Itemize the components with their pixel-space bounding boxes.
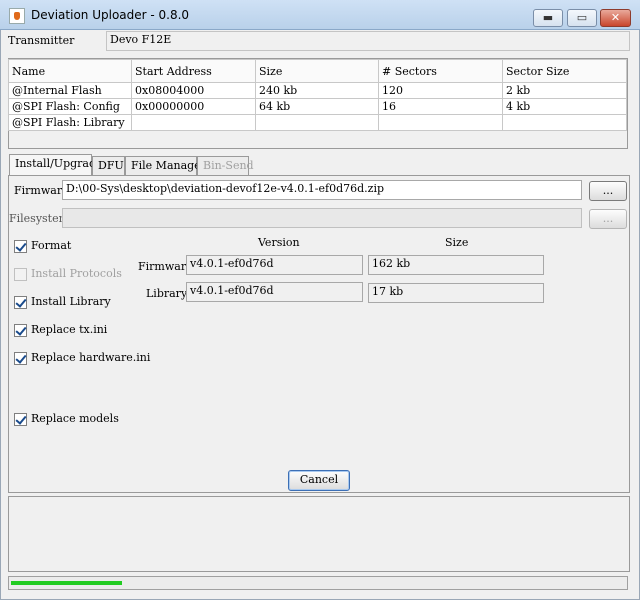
table-header-row: Name Start Address Size # Sectors Sector… [8, 59, 627, 83]
format-label: Format [31, 239, 72, 252]
install-protocols-label: Install Protocols [31, 267, 122, 280]
column-header-sector-size[interactable]: Sector Size [502, 59, 627, 83]
progress-bar-fill [11, 581, 122, 585]
cell-sectors [378, 114, 503, 131]
cell-sector-size: 2 kb [502, 82, 627, 99]
cell-name: @Internal Flash [8, 82, 132, 99]
column-header-sectors[interactable]: # Sectors [378, 59, 503, 83]
replace-tx-ini-checkbox[interactable] [14, 324, 27, 337]
firmware-path-field[interactable]: D:\00-Sys\desktop\deviation-devof12e-v4.… [62, 180, 582, 200]
memory-table: Name Start Address Size # Sectors Sector… [8, 59, 627, 131]
firmware-size-value: 162 kb [368, 255, 544, 275]
maximize-icon: ▭ [576, 11, 588, 24]
transmitter-value: Devo F12E [106, 31, 630, 51]
cell-size: 240 kb [255, 82, 379, 99]
install-protocols-checkbox [14, 268, 27, 281]
cancel-button[interactable]: Cancel [288, 470, 350, 491]
table-row[interactable]: @SPI Flash: Library [8, 114, 627, 131]
filesystem-browse-button: ... [589, 209, 627, 229]
filesystem-path-field [62, 208, 582, 228]
library-version-value: v4.0.1-ef0d76d [186, 282, 363, 302]
replace-tx-ini-label: Replace tx.ini [31, 323, 108, 336]
format-checkbox[interactable] [14, 240, 27, 253]
minimize-button[interactable]: ▬ [533, 9, 563, 27]
library-size-value: 17 kb [368, 283, 544, 303]
log-area [8, 496, 630, 572]
minimize-icon: ▬ [542, 11, 554, 24]
firmware-browse-button[interactable]: ... [589, 181, 627, 201]
replace-models-label: Replace models [31, 412, 119, 425]
cell-name: @SPI Flash: Library [8, 114, 132, 131]
size-header: Size [445, 236, 469, 249]
library-row-label: Library [146, 287, 188, 300]
progress-bar [8, 576, 628, 590]
cell-start-address [131, 114, 256, 131]
tab-install-upgrade[interactable]: Install/Upgrade [9, 154, 103, 175]
version-header: Version [258, 236, 300, 249]
close-icon: ✕ [610, 11, 621, 24]
tab-dfu[interactable]: DFU [92, 156, 125, 175]
cell-size: 64 kb [255, 98, 379, 115]
cell-sector-size [502, 114, 627, 131]
tab-bin-send: Bin-Send [197, 156, 254, 175]
column-header-start-address[interactable]: Start Address [131, 59, 256, 83]
replace-hardware-ini-checkbox[interactable] [14, 352, 27, 365]
firmware-version-value: v4.0.1-ef0d76d [186, 255, 363, 275]
title-bar: Deviation Uploader - 0.8.0 ▬ ▭ ✕ [0, 0, 640, 30]
cell-start-address: 0x08004000 [131, 82, 256, 99]
cell-sectors: 16 [378, 98, 503, 115]
replace-hardware-ini-label: Replace hardware.ini [31, 351, 151, 364]
transmitter-label: Transmitter [8, 34, 75, 47]
cell-size [255, 114, 379, 131]
filesystem-label: Filesystem [9, 212, 70, 225]
java-app-icon [9, 8, 25, 24]
firmware-label: Firmware [14, 184, 69, 197]
install-library-label: Install Library [31, 295, 111, 308]
column-header-size[interactable]: Size [255, 59, 379, 83]
table-row[interactable]: @Internal Flash 0x08004000 240 kb 120 2 … [8, 82, 627, 99]
cell-sectors: 120 [378, 82, 503, 99]
firmware-row-label: Firmware [138, 260, 193, 273]
cell-sector-size: 4 kb [502, 98, 627, 115]
tab-file-manager[interactable]: File Manager [125, 156, 206, 175]
close-button[interactable]: ✕ [600, 9, 631, 27]
column-header-name[interactable]: Name [8, 59, 132, 83]
install-library-checkbox[interactable] [14, 296, 27, 309]
maximize-button[interactable]: ▭ [567, 9, 597, 27]
cell-name: @SPI Flash: Config [8, 98, 132, 115]
cell-start-address: 0x00000000 [131, 98, 256, 115]
table-row[interactable]: @SPI Flash: Config 0x00000000 64 kb 16 4… [8, 98, 627, 115]
replace-models-checkbox[interactable] [14, 413, 27, 426]
window-title: Deviation Uploader - 0.8.0 [31, 8, 190, 22]
